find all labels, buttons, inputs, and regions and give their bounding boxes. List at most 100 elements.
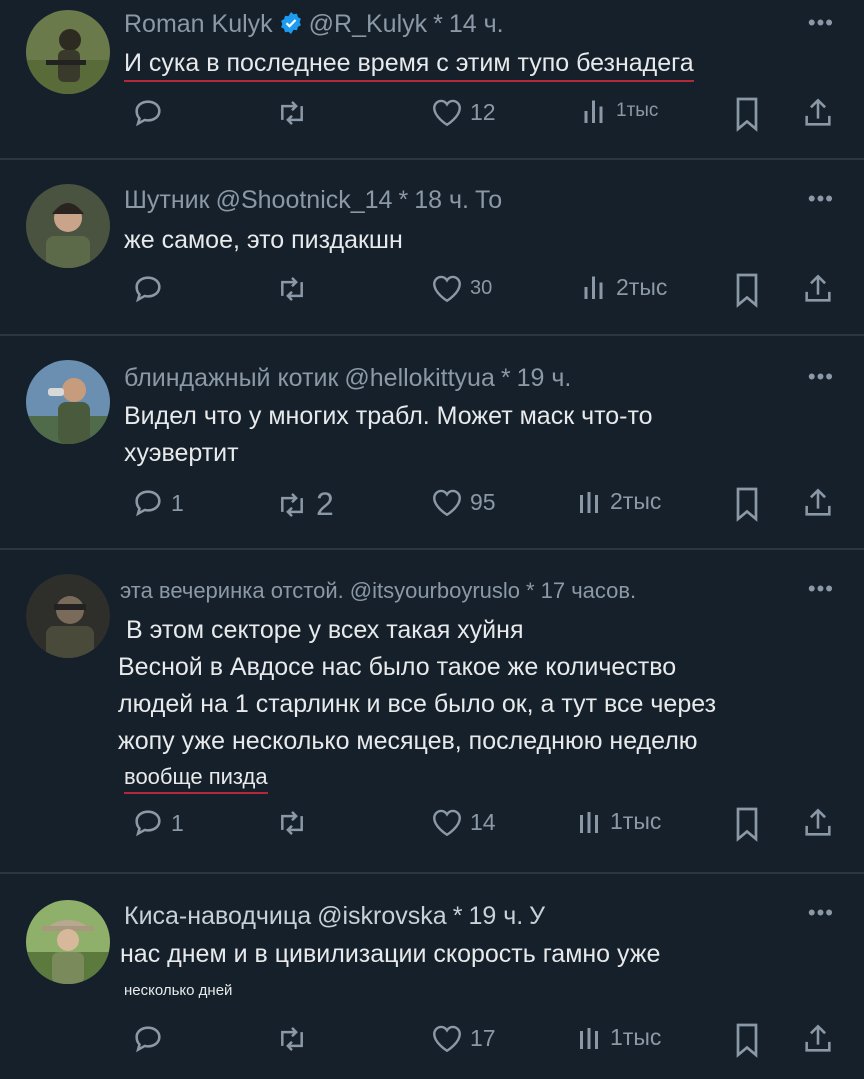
avatar[interactable] xyxy=(26,10,110,94)
bookmark-button[interactable] xyxy=(731,96,763,132)
views-button[interactable]: 1тыс xyxy=(580,96,658,126)
timestamp[interactable]: 18 ч. xyxy=(414,186,469,214)
views-count: 1тыс xyxy=(610,807,662,834)
share-button[interactable] xyxy=(801,272,835,306)
like-button[interactable]: 12 xyxy=(430,96,496,128)
retweet-icon xyxy=(281,1027,303,1051)
author-name[interactable]: эта вечеринка отстой. xyxy=(120,578,344,603)
tweet-text-line-1: нас днем и в цивилизации скорость гамно … xyxy=(120,940,661,968)
author-handle[interactable]: @R_Kulyk xyxy=(309,10,427,38)
timestamp[interactable]: 14 ч. xyxy=(449,10,504,38)
action-bar: 1 14 1тыс xyxy=(0,806,864,846)
avatar[interactable] xyxy=(26,574,110,658)
bookmark-button[interactable] xyxy=(731,806,763,842)
like-count: 30 xyxy=(470,276,493,299)
views-button[interactable]: 2тыс xyxy=(580,272,667,302)
share-icon xyxy=(805,808,831,836)
like-button[interactable]: 95 xyxy=(430,486,496,518)
author-handle[interactable]: @iskrovska xyxy=(317,902,447,930)
tweet-header: Киса-наводчица @iskrovska * 19 ч. У xyxy=(124,902,551,931)
replies-feed: Roman Kulyk @R_Kulyk * 14 ч. ••• И сука в п… xyxy=(0,0,864,1079)
views-icon xyxy=(584,276,603,299)
header-separator: * xyxy=(500,364,511,392)
avatar[interactable] xyxy=(26,900,110,984)
bookmark-button[interactable] xyxy=(731,486,763,522)
tweet-header: блиндажный котик @hellokittyua * 19 ч. xyxy=(124,364,577,393)
more-icon[interactable]: ••• xyxy=(808,576,834,602)
retweet-count: 2 xyxy=(316,486,334,522)
bookmark-button[interactable] xyxy=(731,1022,763,1058)
avatar[interactable] xyxy=(26,360,110,444)
share-button[interactable] xyxy=(801,806,835,840)
share-icon xyxy=(805,1024,831,1052)
like-count: 17 xyxy=(470,1024,496,1051)
retweet-button[interactable] xyxy=(274,96,316,130)
reply-icon xyxy=(135,100,161,127)
tweet-text-line-2: Весной в Авдосе нас было такое же количе… xyxy=(118,653,677,681)
tweet-5[interactable]: Киса-наводчица @iskrovska * 19 ч. У ••• нас … xyxy=(0,874,864,1079)
views-button[interactable]: 1тыс xyxy=(574,806,661,836)
like-button[interactable]: 17 xyxy=(430,1022,496,1054)
author-name[interactable]: Киса-наводчица xyxy=(124,902,311,930)
reply-icon xyxy=(135,810,161,837)
share-icon xyxy=(805,488,831,516)
share-icon xyxy=(805,274,831,302)
share-button[interactable] xyxy=(801,1022,835,1056)
views-count: 2тыс xyxy=(616,273,668,300)
tweet-1[interactable]: Roman Kulyk @R_Kulyk * 14 ч. ••• И сука в п… xyxy=(0,0,864,158)
like-button[interactable]: 30 xyxy=(430,272,492,304)
author-handle[interactable]: @itsyourboyruslo xyxy=(350,578,520,603)
tweet-text-line-2: несколько дней xyxy=(124,982,233,999)
like-icon xyxy=(433,809,461,837)
tweet-header: эта вечеринка отстой. @itsyourboyruslo * 17… xyxy=(120,578,642,604)
timestamp[interactable]: 19 ч. xyxy=(517,364,572,392)
tweet-4[interactable]: эта вечеринка отстой. @itsyourboyruslo * 17… xyxy=(0,550,864,872)
author-name[interactable]: блиндажный котик xyxy=(124,364,338,392)
more-icon[interactable]: ••• xyxy=(808,10,834,36)
bookmark-icon xyxy=(736,807,758,842)
header-separator: * xyxy=(433,10,443,38)
views-count: 1тыс xyxy=(616,100,659,121)
bookmark-button[interactable] xyxy=(731,272,763,308)
action-bar: 1 2 95 2тыс xyxy=(0,486,864,526)
author-name[interactable]: Шутник xyxy=(124,186,210,214)
reply-button[interactable]: 1 xyxy=(131,486,184,520)
like-button[interactable]: 14 xyxy=(430,806,496,838)
tweet-text-start: У xyxy=(529,902,546,930)
more-icon[interactable]: ••• xyxy=(808,900,834,926)
tweet-3[interactable]: блиндажный котик @hellokittyua * 19 ч. ••• … xyxy=(0,336,864,548)
reply-button[interactable] xyxy=(131,96,171,130)
retweet-icon xyxy=(281,101,303,125)
tweet-2[interactable]: Шутник @Shootnick_14 * 18 ч. То ••• же самое… xyxy=(0,160,864,334)
retweet-button[interactable]: 2 xyxy=(274,486,334,523)
more-icon[interactable]: ••• xyxy=(808,364,834,390)
reply-icon xyxy=(135,276,161,303)
bookmark-icon xyxy=(736,97,758,132)
reply-button[interactable] xyxy=(131,272,171,306)
author-name[interactable]: Roman Kulyk xyxy=(124,10,273,38)
more-icon[interactable]: ••• xyxy=(808,186,834,212)
reply-button[interactable]: 1 xyxy=(131,806,184,840)
share-button[interactable] xyxy=(801,486,835,520)
views-count: 2тыс xyxy=(610,487,662,514)
retweet-button[interactable] xyxy=(274,272,316,306)
views-icon xyxy=(580,1028,598,1049)
author-handle[interactable]: @Shootnick_14 xyxy=(216,186,393,214)
views-icon xyxy=(580,492,598,513)
share-button[interactable] xyxy=(801,96,835,130)
tweet-header: Шутник @Shootnick_14 * 18 ч. То xyxy=(124,186,508,215)
avatar[interactable] xyxy=(26,184,110,268)
retweet-button[interactable] xyxy=(274,806,316,840)
retweet-button[interactable] xyxy=(274,1022,316,1056)
retweet-icon xyxy=(281,492,303,517)
like-icon xyxy=(433,489,461,517)
views-button[interactable]: 1тыс xyxy=(574,1022,661,1052)
timestamp[interactable]: 19 ч. xyxy=(468,902,523,930)
timestamp[interactable]: 17 часов. xyxy=(541,578,637,603)
header-separator: * xyxy=(398,186,409,214)
author-handle[interactable]: @hellokittyua xyxy=(344,364,494,392)
views-button[interactable]: 2тыс xyxy=(574,486,661,516)
like-icon xyxy=(433,99,461,127)
reply-button[interactable] xyxy=(131,1022,171,1056)
tweet-text: же самое, это пиздакшн xyxy=(124,226,403,254)
